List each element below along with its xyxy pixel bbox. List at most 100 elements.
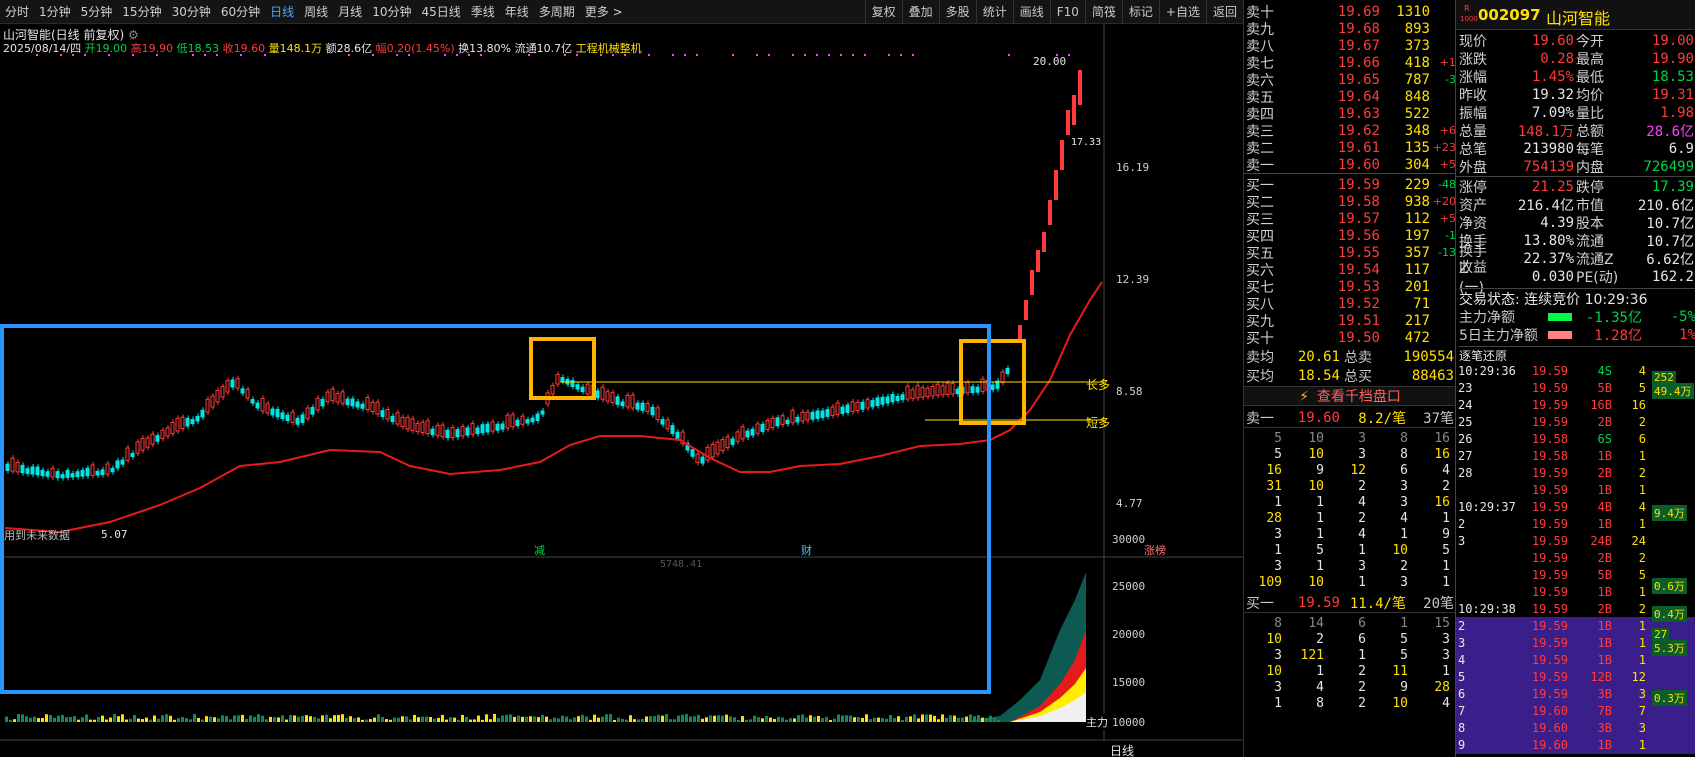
period-tab-11[interactable]: 季线 xyxy=(466,3,500,20)
volume-bar xyxy=(925,714,928,722)
volume-main-label: 主力 xyxy=(1086,714,1108,730)
volume-bar xyxy=(73,716,76,722)
volume-bar xyxy=(889,715,892,722)
candle-body xyxy=(325,391,330,403)
period-tab-8[interactable]: 月线 xyxy=(333,3,367,20)
queue-cell: 3 xyxy=(1400,478,1408,494)
tool-button-8[interactable]: +自选 xyxy=(1158,0,1206,24)
candle-body xyxy=(580,386,585,392)
candle-body xyxy=(265,403,270,414)
tool-button-4[interactable]: 画线 xyxy=(1012,0,1050,24)
volume-bar xyxy=(809,715,812,722)
queue-cell: 2 xyxy=(1358,679,1366,695)
ask-volume: 348 xyxy=(1404,122,1430,139)
volume-bar xyxy=(129,718,132,722)
volume-tick: 15000 xyxy=(1112,676,1146,689)
depth-button[interactable]: ⚡ 查看千档盘口 xyxy=(1244,386,1456,406)
queue-cell: 3 xyxy=(1358,558,1366,574)
volume-bar xyxy=(865,714,868,722)
tick-volume: 24B xyxy=(1590,534,1612,548)
period-tab-4[interactable]: 30分钟 xyxy=(167,3,216,20)
signal-dot xyxy=(912,54,914,56)
volume-bar xyxy=(153,715,156,722)
candle-body xyxy=(390,415,395,423)
volume-bar xyxy=(653,716,656,722)
quote-value-2: 10.7亿 xyxy=(1646,216,1694,232)
volume-bar xyxy=(961,717,964,722)
queue-cell: 9 xyxy=(1400,679,1408,695)
bid-row[interactable]: 买十 19.50 472 xyxy=(1244,328,1456,347)
volume-bar xyxy=(33,716,36,722)
tick-price: 19.59 xyxy=(1531,483,1568,497)
candle-body xyxy=(350,398,355,407)
volume-bar xyxy=(521,716,524,722)
candle-body xyxy=(500,423,505,430)
quote-key-2: PE(动) xyxy=(1576,270,1619,286)
volume-bar xyxy=(777,716,780,722)
queue-row: 31 10 2 3 2 xyxy=(1244,478,1456,494)
bid-price: 19.54 xyxy=(1337,261,1380,278)
volume-bar xyxy=(17,714,20,722)
volume-bar xyxy=(857,717,860,722)
period-tab-1[interactable]: 1分钟 xyxy=(34,3,76,20)
period-tab-14[interactable]: 更多 > xyxy=(580,3,628,20)
period-tab-3[interactable]: 15分钟 xyxy=(117,3,166,20)
candle-body xyxy=(620,401,625,407)
tool-button-3[interactable]: 统计 xyxy=(975,0,1013,24)
signal-dots xyxy=(36,54,1070,56)
volume-bar xyxy=(49,714,52,722)
volume-bar xyxy=(89,719,92,722)
tick-count: 3 xyxy=(1638,721,1646,735)
ask-change: +6 xyxy=(1439,124,1456,137)
tool-button-5[interactable]: F10 xyxy=(1049,0,1085,24)
candle-body xyxy=(135,441,140,454)
volume-bar xyxy=(621,718,624,722)
volume-bar xyxy=(433,718,436,722)
candle-body xyxy=(255,402,260,409)
ask-row[interactable]: 卖一 19.60 304 +5 xyxy=(1244,155,1456,174)
tool-button-9[interactable]: 返回 xyxy=(1205,0,1243,24)
queue-cell: 5 xyxy=(1316,542,1324,558)
period-tab-5[interactable]: 60分钟 xyxy=(216,3,265,20)
tick-side-label: 0.3万 xyxy=(1652,690,1687,706)
candle-body xyxy=(95,470,100,476)
ask-price: 19.61 xyxy=(1337,139,1380,156)
volume-bar xyxy=(565,716,568,722)
volume-bar xyxy=(173,719,176,722)
period-tab-7[interactable]: 周线 xyxy=(299,3,333,20)
tick-volume: 3B xyxy=(1597,687,1612,701)
period-tab-2[interactable]: 5分钟 xyxy=(76,3,118,20)
candle-body xyxy=(775,417,780,427)
quote-key-2: 总额 xyxy=(1576,124,1604,140)
queue-row: 109 10 1 3 1 xyxy=(1244,574,1456,590)
candlestick-chart[interactable] xyxy=(0,24,1243,757)
queue-cell: 8 xyxy=(1400,430,1408,446)
signal-dot xyxy=(372,54,374,56)
tool-button-1[interactable]: 叠加 xyxy=(901,0,939,24)
volume-bar xyxy=(253,716,256,722)
candle-body xyxy=(970,386,975,394)
volume-bar xyxy=(293,715,296,722)
period-tab-12[interactable]: 年线 xyxy=(500,3,534,20)
candle-body xyxy=(870,400,875,408)
volume-bar xyxy=(505,714,508,722)
tick-row: 5 19.59 12B 12 xyxy=(1456,668,1695,686)
tool-button-2[interactable]: 多股 xyxy=(938,0,976,24)
tick-price: 19.59 xyxy=(1531,534,1568,548)
candle-body xyxy=(850,401,855,412)
tool-button-0[interactable]: 复权 xyxy=(864,0,902,24)
candle-body xyxy=(300,414,305,423)
volume-bar xyxy=(477,715,480,722)
tick-row: 25 19.59 2B 2 xyxy=(1456,413,1695,431)
period-tab-9[interactable]: 10分钟 xyxy=(367,3,416,20)
quote-value: 213980 xyxy=(1523,141,1574,157)
tick-time: 7 xyxy=(1458,704,1466,718)
tick-price: 19.59 xyxy=(1531,687,1568,701)
volume-bar xyxy=(657,714,660,722)
period-tab-0[interactable]: 分时 xyxy=(0,3,34,20)
period-tab-6[interactable]: 日线 xyxy=(265,3,299,20)
queue-cell: 14 xyxy=(1308,615,1324,631)
period-tab-10[interactable]: 45日线 xyxy=(416,3,465,20)
period-tab-13[interactable]: 多周期 xyxy=(534,3,580,20)
quote-key-2: 流通Z xyxy=(1576,252,1614,268)
